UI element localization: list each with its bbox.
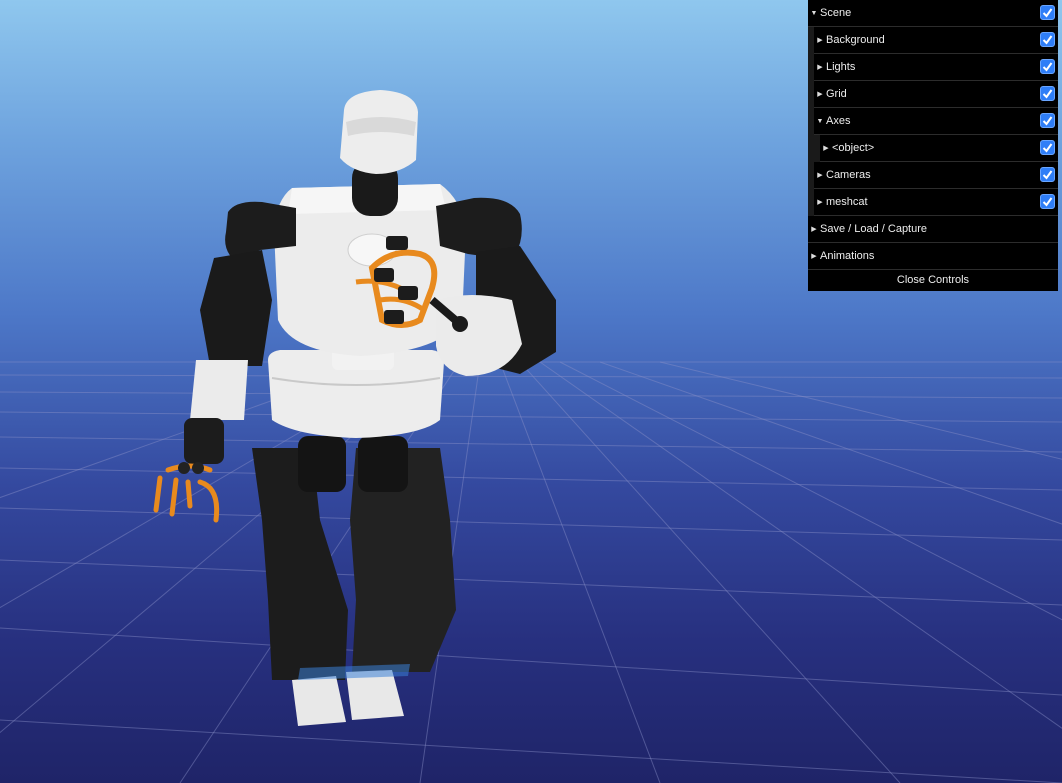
folder-label: Cameras: [826, 169, 871, 181]
visibility-checkbox[interactable]: [1040, 86, 1055, 101]
folder-background[interactable]: ▶ Background: [814, 27, 1058, 54]
triangle-right-icon: ▶: [811, 226, 817, 233]
triangle-down-icon: ▼: [810, 10, 818, 17]
visibility-checkbox[interactable]: [1040, 59, 1055, 74]
checkmark-icon: [1042, 143, 1053, 153]
left-forearm: [190, 360, 248, 420]
visibility-checkbox[interactable]: [1040, 140, 1055, 155]
checkmark-icon: [1042, 35, 1053, 45]
triangle-right-icon: ▶: [817, 64, 823, 71]
left-foot: [292, 676, 346, 726]
folder-label: Animations: [820, 250, 875, 262]
visibility-checkbox[interactable]: [1040, 194, 1055, 209]
checkmark-icon: [1042, 62, 1053, 72]
triangle-right-icon: ▶: [811, 253, 817, 260]
folder-label: meshcat: [826, 196, 868, 208]
triangle-right-icon: ▶: [817, 91, 823, 98]
visibility-checkbox[interactable]: [1040, 113, 1055, 128]
checkmark-icon: [1042, 89, 1053, 99]
triangle-down-icon: ▼: [816, 118, 824, 125]
folder-animations[interactable]: ▶ Animations: [808, 243, 1058, 270]
folder-label: Save / Load / Capture: [820, 223, 928, 235]
checkmark-icon: [1042, 116, 1053, 126]
controls-panel[interactable]: ▼ Scene ▶ Background ▶ Lights ▶ Grid ▼ Axes ▶…: [808, 0, 1058, 291]
checkmark-icon: [1042, 170, 1053, 180]
folder-meshcat[interactable]: ▶ meshcat: [814, 189, 1058, 216]
left-gripper: [153, 463, 220, 523]
visibility-checkbox[interactable]: [1040, 167, 1055, 182]
folder-axes[interactable]: ▼ Axes: [814, 108, 1058, 135]
triangle-right-icon: ▶: [823, 145, 829, 152]
folder-label: Axes: [826, 115, 851, 127]
visibility-checkbox[interactable]: [1040, 5, 1055, 20]
folder-label: Lights: [826, 61, 856, 73]
folder-lights[interactable]: ▶ Lights: [814, 54, 1058, 81]
floor-grid: [0, 361, 1062, 783]
folder-cameras[interactable]: ▶ Cameras: [814, 162, 1058, 189]
folder-object[interactable]: ▶ <object>: [820, 135, 1058, 162]
folder-save-load-capture[interactable]: ▶ Save / Load / Capture: [808, 216, 1058, 243]
checkmark-icon: [1042, 197, 1053, 207]
folder-label: <object>: [832, 142, 875, 154]
left-upper-arm: [200, 250, 272, 366]
folder-scene[interactable]: ▼ Scene: [808, 0, 1058, 27]
folder-label: Grid: [826, 88, 847, 100]
folder-label: Scene: [820, 7, 852, 19]
folder-label: Background: [826, 34, 885, 46]
triangle-right-icon: ▶: [817, 199, 823, 206]
triangle-right-icon: ▶: [817, 172, 823, 179]
close-controls-button[interactable]: Close Controls: [808, 270, 1058, 291]
checkmark-icon: [1042, 8, 1053, 18]
folder-grid[interactable]: ▶ Grid: [814, 81, 1058, 108]
robot-model[interactable]: [153, 90, 556, 726]
triangle-right-icon: ▶: [817, 37, 823, 44]
visibility-checkbox[interactable]: [1040, 32, 1055, 47]
